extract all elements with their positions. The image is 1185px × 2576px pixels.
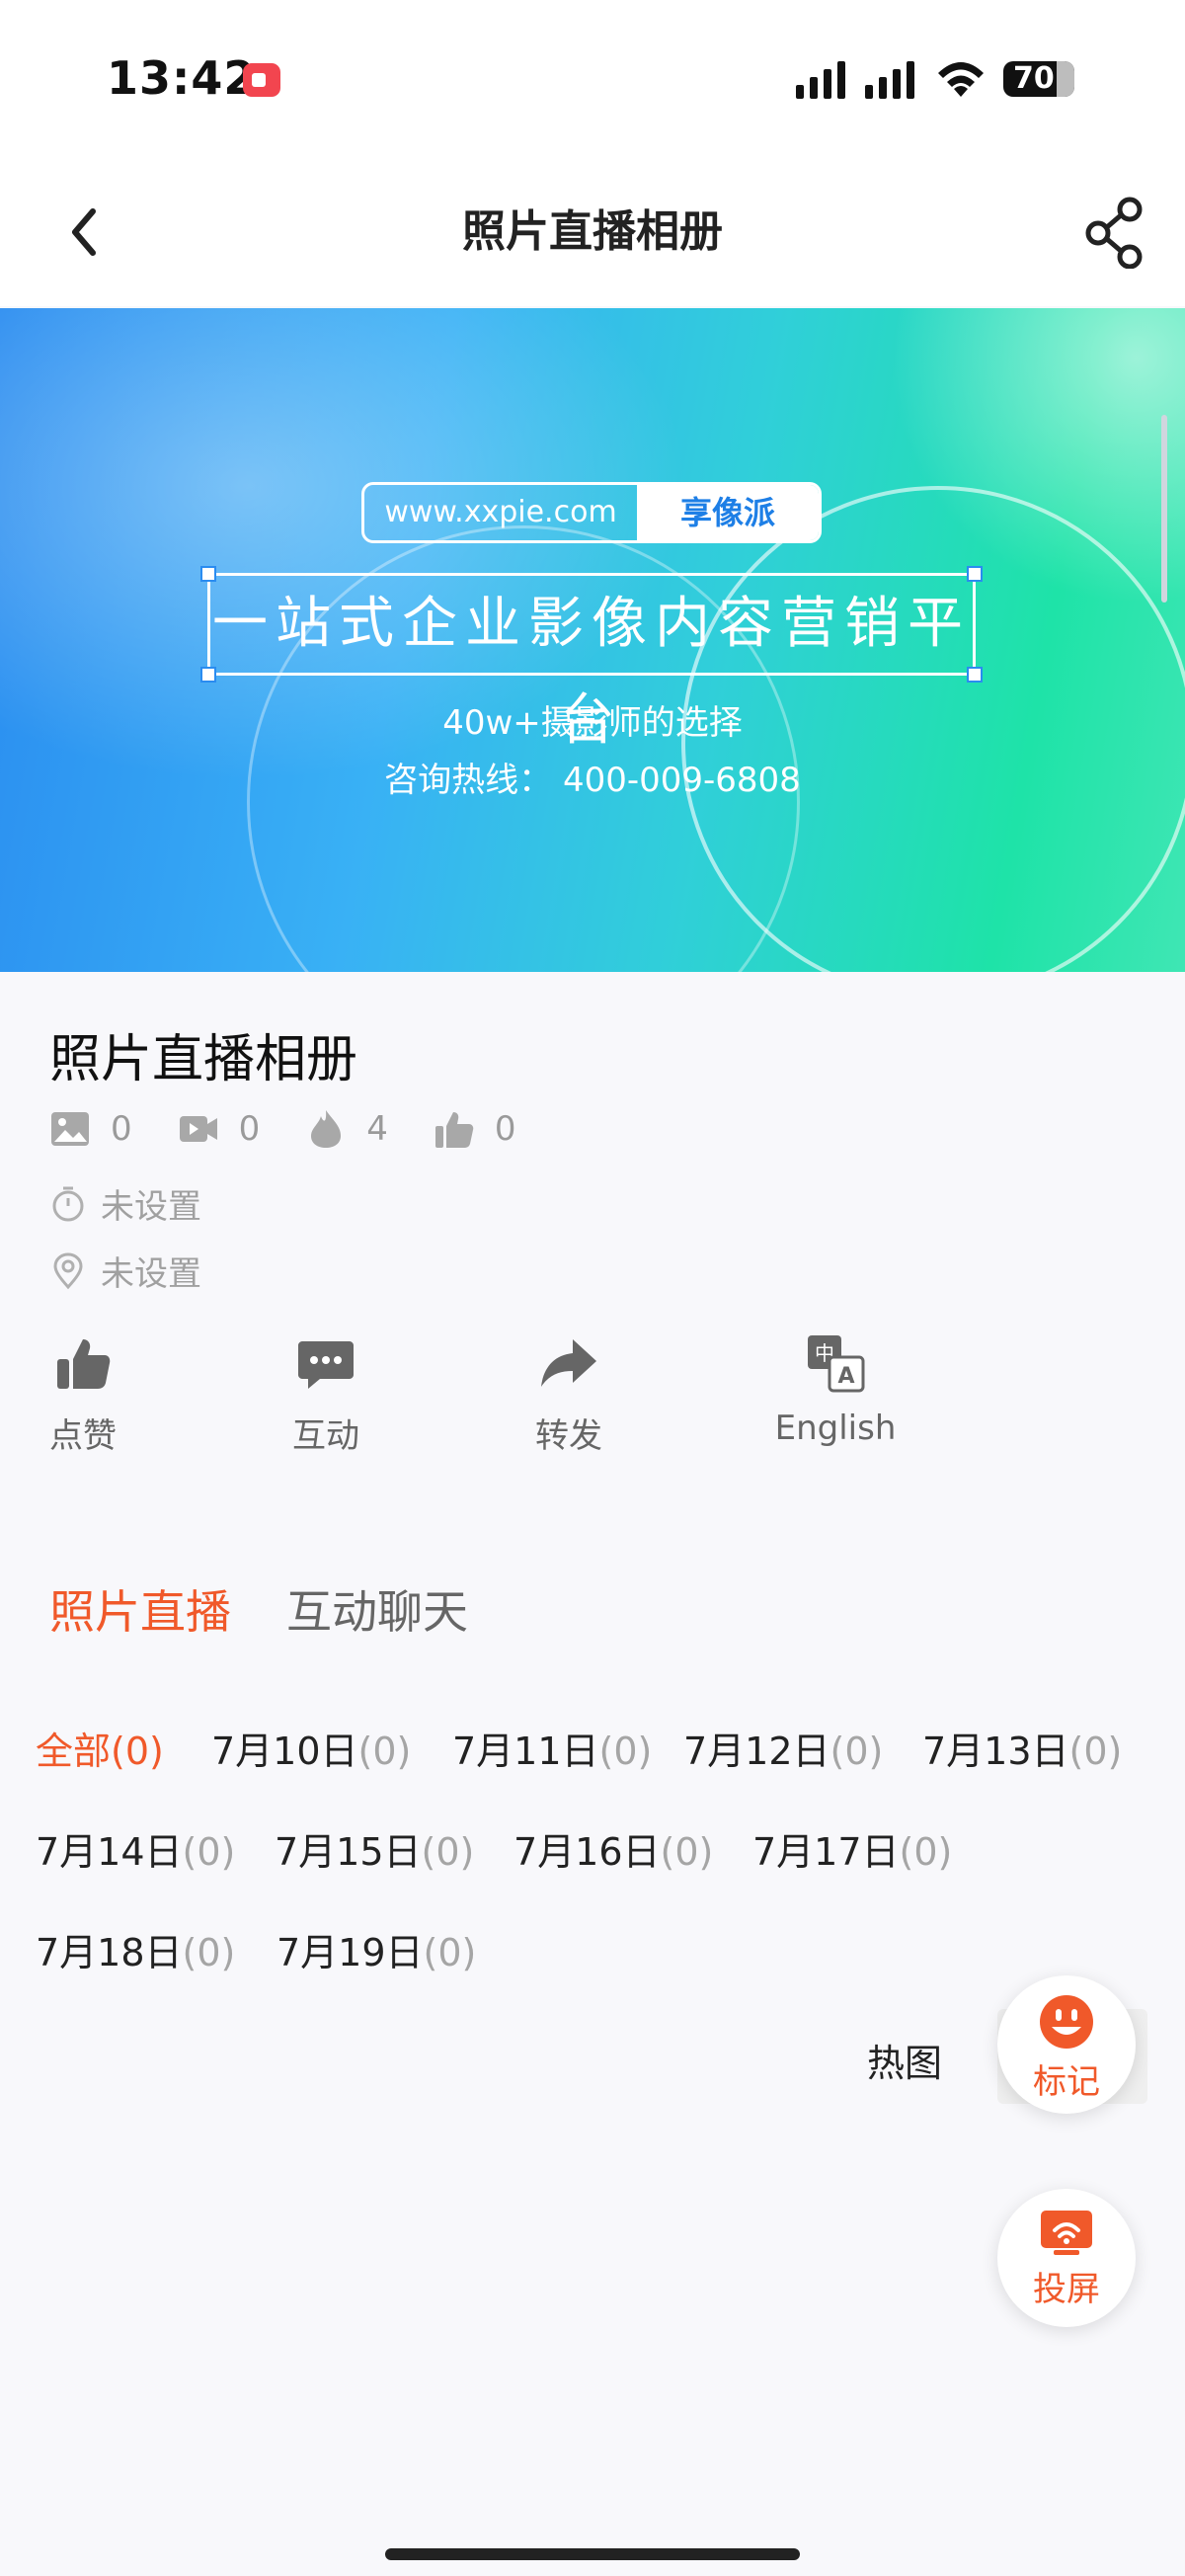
location-pin-icon bbox=[53, 1251, 83, 1289]
chat-bubble-icon bbox=[298, 1341, 354, 1389]
hot-photos-toggle[interactable]: 热图 bbox=[867, 2033, 942, 2087]
forward-label: 转发 bbox=[535, 1416, 602, 1456]
banner-url-pill: www.xxpie.com 享像派 bbox=[361, 482, 822, 543]
banner-brand: 享像派 bbox=[637, 485, 819, 540]
mark-button[interactable]: 标记 bbox=[997, 1975, 1136, 2114]
share-icon[interactable] bbox=[1082, 196, 1147, 269]
thumbs-up-icon bbox=[434, 1112, 474, 1148]
date-filter-item[interactable]: 7月14日(0) bbox=[36, 1821, 235, 1876]
album-time-row: 未设置 bbox=[49, 1179, 201, 1228]
album-stats: 0 0 4 0 bbox=[49, 1106, 562, 1152]
banner-slogan: 一站式企业影像内容营销平台 bbox=[212, 592, 971, 753]
date-filter-item[interactable]: 7月16日(0) bbox=[514, 1821, 713, 1876]
banner-line-2: 咨询热线： 400-009-6808 bbox=[384, 761, 801, 800]
home-indicator[interactable] bbox=[385, 2548, 800, 2560]
translate-icon: 中 A bbox=[808, 1335, 865, 1393]
video-icon bbox=[179, 1116, 217, 1142]
stat-value: 0 bbox=[111, 1109, 132, 1149]
svg-text:A: A bbox=[837, 1364, 854, 1389]
date-filter-item[interactable]: 7月12日(0) bbox=[683, 1721, 883, 1775]
back-chevron-icon[interactable] bbox=[59, 198, 109, 267]
date-filter-count: (0) bbox=[182, 1830, 236, 1874]
cast-screen-button[interactable]: 投屏 bbox=[997, 2189, 1136, 2327]
forward-arrow-icon bbox=[541, 1339, 596, 1387]
stat-value: 0 bbox=[494, 1109, 516, 1149]
forward-button[interactable]: 转发 bbox=[490, 1333, 648, 1457]
date-filter-label: 7月11日 bbox=[452, 1730, 599, 1773]
english-button[interactable]: 中 A English bbox=[756, 1333, 914, 1448]
date-filter-all[interactable]: 全部(0) bbox=[36, 1721, 164, 1775]
stat-photos: 0 bbox=[49, 1108, 132, 1150]
battery-level: 70 bbox=[1013, 61, 1055, 96]
thumbs-up-icon bbox=[57, 1339, 111, 1389]
page-title: 照片直播相册 bbox=[462, 206, 723, 257]
date-filter-item[interactable]: 7月11日(0) bbox=[452, 1721, 652, 1775]
banner-slogan-box: 一站式企业影像内容营销平台 bbox=[200, 566, 983, 753]
date-filter-count: (0) bbox=[1068, 1730, 1123, 1773]
date-filter-item[interactable]: 7月10日(0) bbox=[211, 1721, 411, 1775]
stat-videos: 0 bbox=[178, 1108, 261, 1150]
date-filter-item[interactable]: 7月19日(0) bbox=[276, 1922, 476, 1976]
date-filter-count: (0) bbox=[423, 1931, 477, 1974]
date-filter-count: (0) bbox=[421, 1830, 475, 1874]
date-filter-item[interactable]: 7月17日(0) bbox=[752, 1821, 952, 1876]
like-label: 点赞 bbox=[49, 1416, 117, 1456]
smiley-icon bbox=[1040, 1995, 1093, 2049]
album-title: 照片直播相册 bbox=[49, 1030, 358, 1089]
date-filter-count: (0) bbox=[660, 1830, 714, 1874]
cellular-signal-icon bbox=[796, 59, 847, 99]
cellular-signal-icon bbox=[865, 59, 916, 99]
album-time: 未设置 bbox=[101, 1187, 201, 1227]
date-filter-label: 7月15日 bbox=[275, 1830, 422, 1874]
status-time: 13:42 bbox=[107, 51, 257, 105]
english-label: English bbox=[774, 1409, 897, 1448]
date-filter-count: (0) bbox=[182, 1931, 236, 1974]
image-icon bbox=[51, 1112, 89, 1146]
cast-label: 投屏 bbox=[1033, 2270, 1100, 2309]
like-button[interactable]: 点赞 bbox=[4, 1333, 162, 1457]
album-location-row: 未设置 bbox=[49, 1247, 201, 1295]
date-filter-item[interactable]: 7月13日(0) bbox=[922, 1721, 1122, 1775]
tab-photo-live[interactable]: 照片直播 bbox=[49, 1576, 231, 1642]
date-filter-label: 7月12日 bbox=[683, 1730, 830, 1773]
interact-button[interactable]: 互动 bbox=[247, 1333, 405, 1457]
flame-icon bbox=[311, 1110, 342, 1148]
date-filter-count: (0) bbox=[598, 1730, 653, 1773]
date-filter-label: 全部 bbox=[36, 1730, 112, 1773]
date-filter-label: 7月14日 bbox=[36, 1830, 183, 1874]
banner-line-1: 40w+摄影师的选择 bbox=[442, 703, 743, 743]
tab-interactive-chat[interactable]: 互动聊天 bbox=[286, 1576, 468, 1642]
wifi-icon bbox=[938, 62, 984, 97]
nav-bar: 照片直播相册 bbox=[0, 158, 1185, 306]
cast-screen-icon bbox=[1041, 2211, 1092, 2255]
interact-label: 互动 bbox=[292, 1416, 359, 1456]
date-filter-label: 7月17日 bbox=[752, 1830, 900, 1874]
stat-value: 4 bbox=[366, 1109, 388, 1149]
album-location: 未设置 bbox=[101, 1254, 201, 1294]
status-bar: 13:42 70 bbox=[0, 0, 1185, 158]
banner-url: www.xxpie.com bbox=[384, 495, 617, 529]
stat-likes: 0 bbox=[434, 1108, 516, 1150]
album-banner: www.xxpie.com 享像派 一站式企业影像内容营销平台 40w+摄影师的… bbox=[0, 308, 1185, 972]
date-filter-count: (0) bbox=[899, 1830, 953, 1874]
mark-label: 标记 bbox=[1033, 2062, 1100, 2102]
stat-value: 0 bbox=[238, 1109, 261, 1149]
stat-views: 4 bbox=[305, 1108, 388, 1150]
date-filter-count: (0) bbox=[830, 1730, 884, 1773]
date-filter-count: (0) bbox=[357, 1730, 412, 1773]
date-filter-label: 7月16日 bbox=[514, 1830, 661, 1874]
timer-icon bbox=[52, 1186, 84, 1221]
date-filter-label: 7月13日 bbox=[922, 1730, 1069, 1773]
scrollbar[interactable] bbox=[1161, 415, 1167, 603]
date-filter-item[interactable]: 7月15日(0) bbox=[275, 1821, 474, 1876]
screen-record-icon bbox=[243, 63, 280, 97]
date-filter-item[interactable]: 7月18日(0) bbox=[36, 1922, 235, 1976]
date-filter-label: 7月18日 bbox=[36, 1931, 183, 1974]
date-filter-count: (0) bbox=[111, 1730, 164, 1773]
date-filter-label: 7月19日 bbox=[276, 1931, 424, 1974]
date-filter-label: 7月10日 bbox=[211, 1730, 358, 1773]
battery-icon: 70 bbox=[1003, 61, 1074, 97]
